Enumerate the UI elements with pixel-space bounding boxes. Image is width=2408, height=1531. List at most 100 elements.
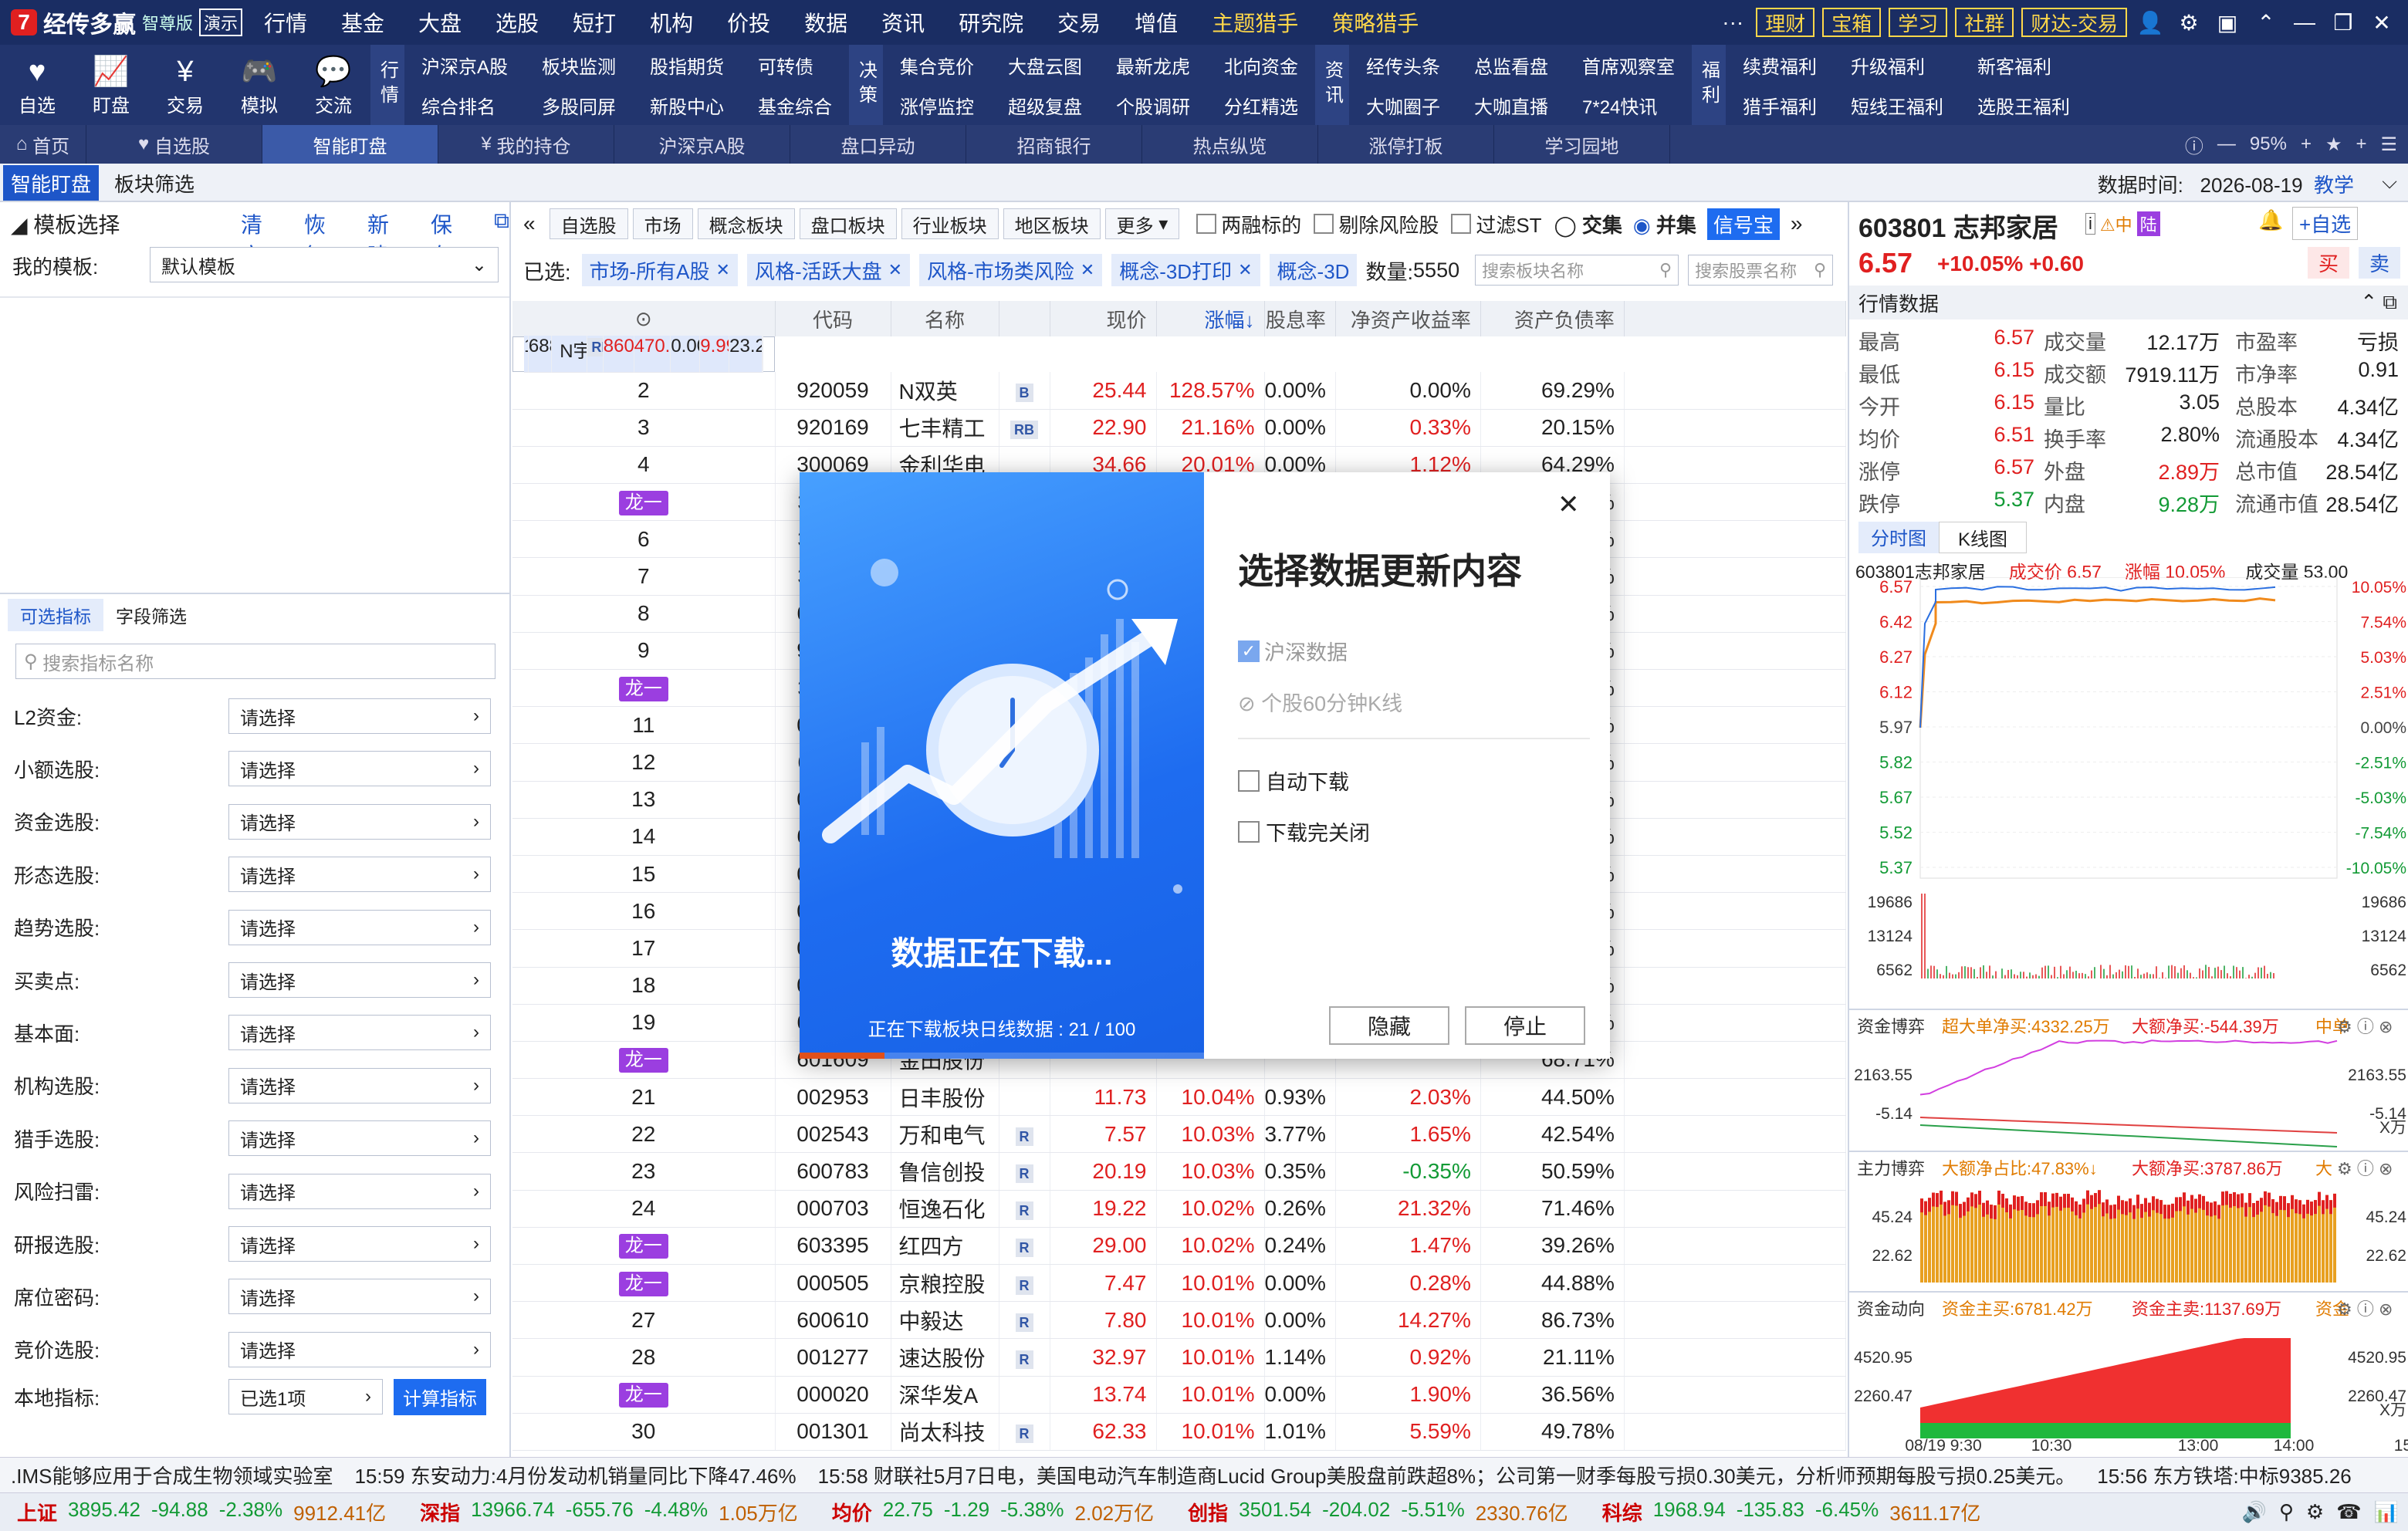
stock-name[interactable]: 日丰股份 <box>891 1079 999 1116</box>
close-icon[interactable]: ✕ <box>1238 260 1252 280</box>
stock-name[interactable]: 鲁信创投 <box>891 1153 999 1190</box>
sell-button[interactable]: 卖 <box>2359 247 2400 279</box>
add-favorite-button[interactable]: +自选 <box>2292 207 2358 240</box>
menu-item[interactable]: 机构 <box>633 7 710 38</box>
demo-badge[interactable]: 演示 <box>199 8 242 36</box>
stock-code[interactable]: 600783 <box>775 1153 891 1190</box>
tab-item[interactable]: ♥ 自选股 <box>86 125 262 164</box>
filter-tab[interactable]: 自选股 <box>550 208 628 239</box>
toolbar-link[interactable]: 个股调研 <box>1099 85 1207 125</box>
filter-select[interactable]: 请选择 › <box>228 804 491 840</box>
filter-select[interactable]: 请选择 › <box>228 751 491 786</box>
star-icon[interactable]: ★ <box>2325 133 2342 156</box>
menu-item[interactable]: 基金 <box>324 7 401 38</box>
stock-name[interactable]: 京粮控股 <box>891 1265 999 1302</box>
calculate-button[interactable]: 计算指标 <box>394 1379 486 1415</box>
menu-item[interactable]: 增值 <box>1118 7 1195 38</box>
toolbar-link[interactable]: 总监看盘 <box>1457 45 1565 85</box>
chart-icon[interactable]: 📊 <box>2374 1500 2399 1524</box>
double-left-icon[interactable]: « <box>523 211 536 236</box>
tab-item[interactable]: ¥ 我的持仓 <box>438 125 614 164</box>
toolbar-link[interactable]: 板块监测 <box>525 45 633 85</box>
column-header[interactable]: 股息率 <box>1264 301 1335 336</box>
close-icon[interactable]: ✕ <box>1081 260 1094 280</box>
table-row[interactable]: 1688836N宇树-WRKW860.00470.29%0.00%9.99%23… <box>512 336 775 372</box>
filter-select[interactable]: 请选择 › <box>228 698 491 734</box>
menu-item[interactable]: 数据 <box>787 7 864 38</box>
toolbar-trade-button[interactable]: ¥ 交易 <box>148 45 222 125</box>
menu-item[interactable]: 选股 <box>479 7 556 38</box>
toolbar-link[interactable]: 涨停监控 <box>883 85 991 125</box>
toolbar-link[interactable]: 沪深京A股 <box>404 45 525 85</box>
speaker-icon[interactable]: 🔊 <box>2242 1500 2267 1524</box>
toolbar-link[interactable]: 大盘云图 <box>991 45 1099 85</box>
toolbar-chat-button[interactable]: 💬 交流 <box>296 45 370 125</box>
skin-icon[interactable]: ▣ <box>2212 7 2243 38</box>
toolbar-link[interactable]: 最新龙虎 <box>1099 45 1207 85</box>
table-row[interactable]: 龙一 603395 红四方 R 29.00 10.02% 0.24% 1.47% 39.26% <box>512 1227 1846 1264</box>
block-search-input[interactable]: 搜索板块名称 ⚲ <box>1475 255 1679 286</box>
menu-box-link[interactable]: 财达-交易 <box>2021 8 2127 37</box>
filter-chip[interactable]: 风格-市场类风险 ✕ <box>919 254 1102 286</box>
toolbar-link[interactable]: 猎手福利 <box>1726 85 1834 125</box>
filter-select[interactable]: 请选择 › <box>228 910 491 945</box>
menu-icon[interactable]: ☰ <box>2380 133 2397 156</box>
user-icon[interactable]: 👤 <box>2135 7 2166 38</box>
stock-code[interactable]: 000505 <box>775 1265 891 1302</box>
stock-search-input[interactable]: 搜索股票名称 ⚲ <box>1688 255 1833 286</box>
table-row[interactable]: 21 002953 日丰股份 11.73 10.04% 0.93% 2.03% 44.50% <box>512 1079 1846 1116</box>
tab-item[interactable]: 沪深京A股 <box>614 125 790 164</box>
filter-tab[interactable]: 更多 ▾ <box>1105 208 1180 239</box>
toolbar-link[interactable]: 经传头条 <box>1349 45 1457 85</box>
toolbar-link[interactable]: 股指期货 <box>633 45 741 85</box>
gear-icon[interactable]: ⚙ <box>2173 7 2204 38</box>
toolbar-link[interactable]: 多股同屏 <box>525 85 633 125</box>
stock-name[interactable]: 红四方 <box>891 1227 999 1264</box>
table-row[interactable]: 龙一 000505 京粮控股 R 7.47 10.01% 0.00% 0.28% 44.88% <box>512 1265 1846 1302</box>
tab-intraday[interactable]: 分时图 <box>1858 522 1939 553</box>
stop-button[interactable]: 停止 <box>1465 1006 1585 1045</box>
stock-code[interactable]: 000020 <box>775 1376 891 1413</box>
info-icon[interactable]: ⓘ <box>2185 131 2203 158</box>
restore-icon[interactable]: ❐ <box>2328 7 2359 38</box>
auto-download-checkbox[interactable]: 自动下载 <box>1238 766 1349 796</box>
toolbar-link[interactable]: 7*24快讯 <box>1565 85 1692 125</box>
toolbar-link[interactable]: 可转债 <box>741 45 849 85</box>
menu-item[interactable]: 价投 <box>710 7 787 38</box>
index-item[interactable]: 上证 3895.42 -94.88 -2.38% 9912.41亿 <box>0 1498 403 1526</box>
collapse-icon[interactable]: ⌃ ⧉ <box>2360 290 2397 315</box>
column-header[interactable]: 涨幅↓ <box>1156 301 1264 336</box>
index-item[interactable]: 创指 3501.54 -204.02 -5.51% 2330.76亿 <box>1171 1498 1585 1526</box>
filter-select[interactable]: 请选择 › <box>228 1174 491 1209</box>
my-template-select[interactable]: 默认模板 ⌄ <box>150 247 499 282</box>
menu-item-highlight[interactable]: 策略猎手 <box>1315 7 1436 38</box>
toolbar-link[interactable]: 大咖直播 <box>1457 85 1565 125</box>
teach-link[interactable]: 教学 <box>2314 174 2354 197</box>
stock-name[interactable]: 深华发A <box>891 1376 999 1413</box>
filter-select[interactable]: 请选择 › <box>228 1332 491 1367</box>
toolbar-link[interactable]: 选股王福利 <box>1960 85 2087 125</box>
tab-item[interactable]: 盘口异动 <box>790 125 966 164</box>
toolbar-link[interactable]: 首席观察室 <box>1565 45 1692 85</box>
close-icon[interactable]: ✕ <box>1557 489 1580 520</box>
table-row[interactable]: 22 002543 万和电气 R 7.57 10.03% 3.77% 1.65% 42.54% <box>512 1116 1846 1153</box>
zoom-in-icon[interactable]: + <box>2301 133 2312 155</box>
filter-chip[interactable]: 市场-所有A股 ✕ <box>582 254 738 286</box>
stock-name[interactable]: N双英 <box>891 372 999 409</box>
filter-select[interactable]: 请选择 › <box>228 1015 491 1050</box>
toolbar-link[interactable]: 新客福利 <box>1960 45 2087 85</box>
column-header[interactable]: 名称 <box>891 301 999 336</box>
filter-tab[interactable]: 盘口板块 <box>800 208 897 239</box>
stock-code[interactable]: 002543 <box>775 1116 891 1153</box>
close-icon[interactable]: ✕ <box>716 260 730 280</box>
bell-icon[interactable]: ☎ <box>2336 1500 2361 1524</box>
filter-chip[interactable]: 风格-活跃大盘 ✕ <box>747 254 910 286</box>
table-row[interactable]: 27 600610 中毅达 R 7.80 10.01% 0.00% 14.27% 86.73% <box>512 1302 1846 1339</box>
close-after-download-checkbox[interactable]: 下载完关闭 <box>1238 816 1370 847</box>
close-icon[interactable]: ✕ <box>2366 7 2397 38</box>
table-row[interactable]: 2 920059 N双英 B 25.44 128.57% 0.00% 0.00% 69.29% <box>512 372 1846 409</box>
hide-button[interactable]: 隐藏 <box>1329 1006 1449 1045</box>
menu-item-highlight[interactable]: 主题猎手 <box>1195 7 1315 38</box>
stock-code[interactable]: 001277 <box>775 1339 891 1376</box>
menu-item[interactable]: 短打 <box>556 7 633 38</box>
